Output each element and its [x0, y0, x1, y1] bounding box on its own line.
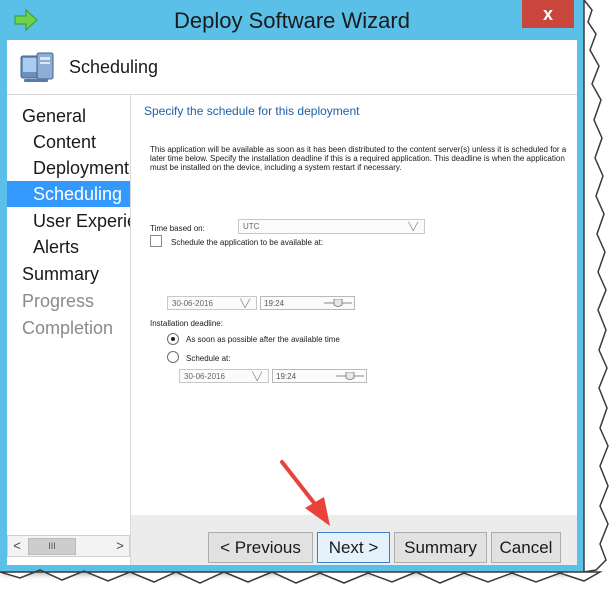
chevron-down-icon: ╲╱: [408, 222, 418, 231]
asap-radio[interactable]: [167, 333, 179, 345]
computer-icon: [20, 52, 54, 82]
chevron-down-icon: ╲╱: [252, 372, 262, 381]
schedule-available-checkbox[interactable]: [150, 235, 162, 247]
schedule-description: This application will be available as so…: [150, 145, 567, 172]
nav-item-alerts[interactable]: Alerts: [7, 234, 130, 260]
nav-item-general[interactable]: General: [7, 103, 130, 129]
nav-item-progress: Progress: [22, 291, 95, 311]
content-pane: Specify the schedule for this deployment…: [131, 95, 577, 515]
time-based-value: UTC: [243, 222, 260, 231]
nav-item-summary[interactable]: Summary: [7, 261, 130, 287]
wizard-footer: < Previous Next > Summary Cancel: [131, 515, 577, 565]
cancel-button[interactable]: Cancel: [491, 532, 561, 563]
asap-label: As soon as possible after the available …: [186, 335, 340, 344]
schedule-available-label: Schedule the application to be available…: [171, 238, 324, 247]
page-header: Scheduling: [7, 40, 577, 95]
schedule-at-label: Schedule at:: [186, 354, 231, 363]
available-date-picker[interactable]: 30-06-2016 ╲╱: [167, 296, 257, 310]
time-slider-icon[interactable]: [324, 299, 352, 307]
deadline-date-picker[interactable]: 30-06-2016 ╲╱: [179, 369, 269, 383]
title-bar[interactable]: Deploy Software Wizard x: [0, 0, 584, 40]
time-based-label: Time based on:: [150, 224, 205, 233]
scroll-thumb[interactable]: III: [28, 538, 76, 555]
scroll-left-arrow[interactable]: <: [8, 536, 26, 556]
wizard-nav: General Content Deployment Scheduling Us…: [7, 95, 131, 565]
deadline-time-field[interactable]: 19:24: [272, 369, 367, 383]
time-slider-icon[interactable]: [336, 372, 364, 380]
available-date-value: 30-06-2016: [172, 299, 213, 308]
scroll-right-arrow[interactable]: >: [111, 536, 129, 556]
close-button[interactable]: x: [522, 0, 574, 28]
next-button[interactable]: Next >: [317, 532, 390, 563]
time-based-dropdown[interactable]: UTC ╲╱: [238, 219, 425, 234]
previous-button[interactable]: < Previous: [208, 532, 313, 563]
schedule-at-radio[interactable]: [167, 351, 179, 363]
nav-item-user-experience[interactable]: User Experie: [7, 208, 130, 234]
nav-item-completion: Completion: [22, 318, 114, 338]
available-time-field[interactable]: 19:24: [260, 296, 355, 310]
deadline-time-value: 19:24: [276, 372, 297, 381]
summary-button[interactable]: Summary: [394, 532, 487, 563]
nav-item-content[interactable]: Content: [7, 129, 130, 155]
available-time-value: 19:24: [264, 299, 285, 308]
nav-item-deployment[interactable]: Deployment: [7, 155, 130, 181]
content-heading: Specify the schedule for this deployment: [144, 104, 360, 118]
deadline-date-value: 30-06-2016: [184, 372, 225, 381]
nav-item-scheduling[interactable]: Scheduling: [7, 181, 130, 207]
chevron-down-icon: ╲╱: [240, 299, 250, 308]
nav-horizontal-scrollbar[interactable]: < III >: [7, 535, 130, 557]
page-title: Scheduling: [69, 57, 159, 77]
wizard-window: Deploy Software Wizard x Scheduling Gene…: [0, 0, 584, 572]
deadline-label: Installation deadline:: [150, 319, 223, 328]
window-title: Deploy Software Wizard: [174, 8, 410, 33]
wizard-client: Scheduling General Content Deployment Sc…: [7, 40, 577, 565]
